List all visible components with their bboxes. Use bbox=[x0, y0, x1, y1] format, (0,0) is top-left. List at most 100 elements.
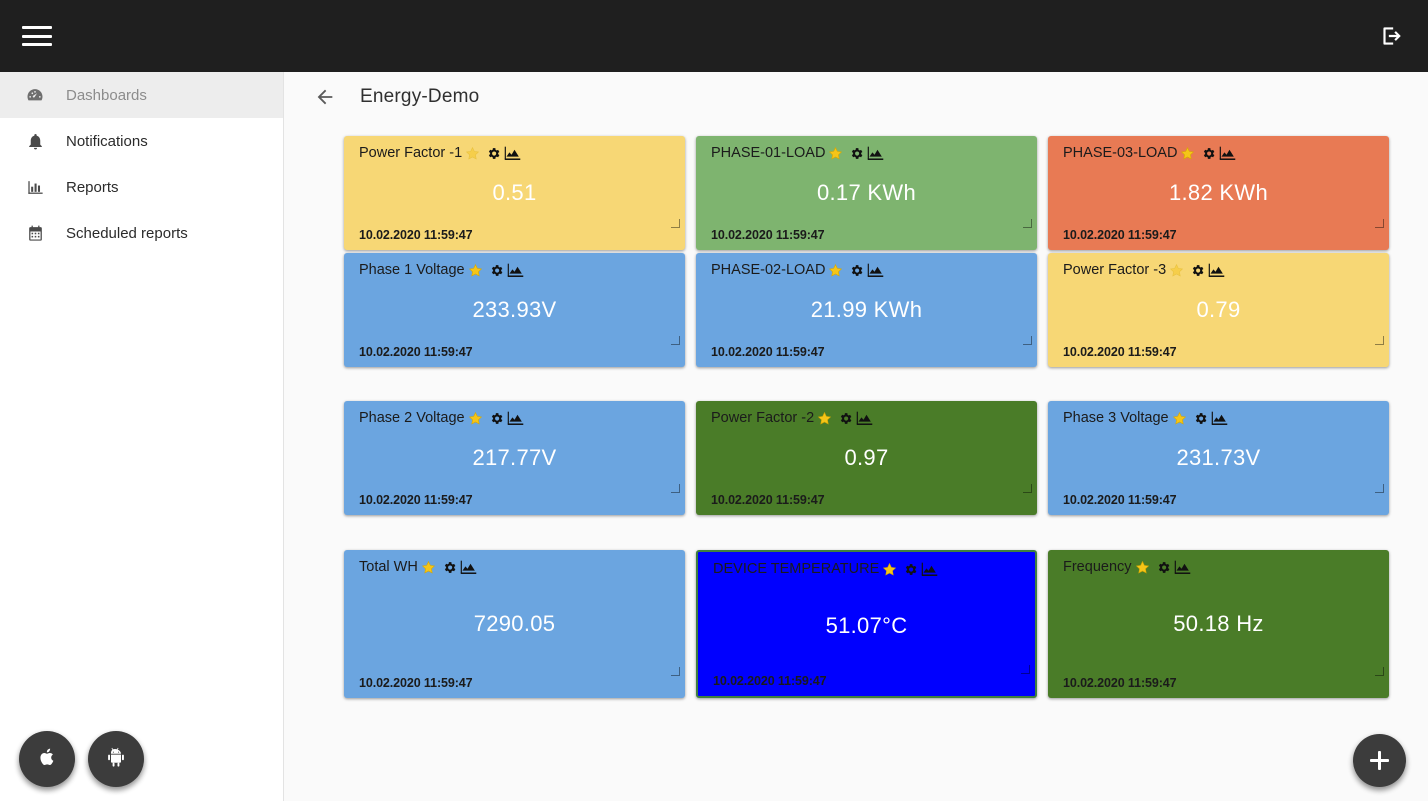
widget-timestamp: 10.02.2020 11:59:47 bbox=[359, 676, 473, 690]
widget-title-row: Power Factor -1 bbox=[359, 146, 675, 161]
widget-card[interactable]: DEVICE TEMPERATURE 51.07°C 10.02.2020 11:5… bbox=[696, 550, 1037, 698]
star-icon[interactable] bbox=[1172, 411, 1187, 426]
main-content: Energy-Demo Power Factor -1 0.51 10.02.202… bbox=[284, 72, 1428, 801]
widget-value: 50.18 Hz bbox=[1173, 611, 1264, 636]
area-chart-icon[interactable] bbox=[460, 560, 477, 575]
widget-timestamp: 10.02.2020 11:59:47 bbox=[713, 674, 827, 688]
widget-card[interactable]: Phase 3 Voltage 231.73V 10.02.2020 11:59:4… bbox=[1048, 401, 1389, 515]
gear-icon[interactable] bbox=[849, 146, 864, 161]
resize-handle-icon[interactable] bbox=[671, 336, 680, 345]
widget-value: 233.93V bbox=[472, 297, 557, 322]
area-chart-icon[interactable] bbox=[507, 263, 524, 278]
widget-card[interactable]: Power Factor -2 0.97 10.02.2020 11:59:47 bbox=[696, 401, 1037, 515]
resize-handle-icon[interactable] bbox=[671, 484, 680, 493]
widget-title-row: Power Factor -2 bbox=[711, 411, 1027, 426]
resize-handle-icon[interactable] bbox=[1023, 219, 1032, 228]
widget-timestamp: 10.02.2020 11:59:47 bbox=[1063, 345, 1177, 359]
gear-icon[interactable] bbox=[838, 411, 853, 426]
sidebar-item-label: Reports bbox=[66, 178, 119, 196]
widget-card[interactable]: PHASE-03-LOAD 1.82 KWh 10.02.2020 11:59:47 bbox=[1048, 136, 1389, 250]
widget-title: PHASE-02-LOAD bbox=[711, 262, 826, 279]
apple-fab[interactable] bbox=[19, 731, 75, 787]
area-chart-icon[interactable] bbox=[1208, 263, 1225, 278]
widget-title-row: Phase 3 Voltage bbox=[1063, 411, 1379, 426]
hamburger-menu-icon[interactable] bbox=[22, 24, 52, 48]
star-icon[interactable] bbox=[1169, 263, 1184, 278]
resize-handle-icon[interactable] bbox=[1023, 484, 1032, 493]
star-icon[interactable] bbox=[468, 411, 483, 426]
widget-row: Phase 1 Voltage 233.93V 10.02.2020 11:59:4… bbox=[344, 253, 1406, 367]
sidebar-item-notifications[interactable]: Notifications bbox=[0, 118, 283, 164]
area-chart-icon[interactable] bbox=[867, 263, 884, 278]
area-chart-icon[interactable] bbox=[1219, 146, 1236, 161]
widget-card[interactable]: Frequency 50.18 Hz 10.02.2020 11:59:47 bbox=[1048, 550, 1389, 698]
dashboard-gauge-icon bbox=[10, 85, 60, 105]
area-chart-icon[interactable] bbox=[867, 146, 884, 161]
resize-handle-icon[interactable] bbox=[1021, 665, 1030, 674]
gear-icon[interactable] bbox=[486, 146, 501, 161]
star-icon[interactable] bbox=[1180, 146, 1195, 161]
gear-icon[interactable] bbox=[849, 263, 864, 278]
star-icon[interactable] bbox=[828, 146, 843, 161]
sidebar-nav: Dashboards Notifications Reports Schedul… bbox=[0, 72, 284, 801]
android-fab[interactable] bbox=[88, 731, 144, 787]
widget-title-row: Phase 2 Voltage bbox=[359, 411, 675, 426]
back-arrow-icon[interactable] bbox=[312, 84, 338, 110]
resize-handle-icon[interactable] bbox=[1375, 667, 1384, 676]
area-chart-icon[interactable] bbox=[504, 146, 521, 161]
logout-icon[interactable] bbox=[1376, 21, 1406, 51]
gear-icon[interactable] bbox=[1193, 411, 1208, 426]
area-chart-icon[interactable] bbox=[1211, 411, 1228, 426]
resize-handle-icon[interactable] bbox=[671, 667, 680, 676]
star-icon[interactable] bbox=[817, 411, 832, 426]
widget-title-row: Power Factor -3 bbox=[1063, 263, 1379, 278]
bell-icon bbox=[10, 132, 60, 151]
page-header: Energy-Demo bbox=[284, 72, 1428, 122]
resize-handle-icon[interactable] bbox=[1375, 336, 1384, 345]
star-icon[interactable] bbox=[468, 263, 483, 278]
sidebar-item-scheduled-reports[interactable]: Scheduled reports bbox=[0, 210, 283, 256]
gear-icon[interactable] bbox=[1190, 263, 1205, 278]
gear-icon[interactable] bbox=[442, 560, 457, 575]
widget-row: Phase 2 Voltage 217.77V 10.02.2020 11:59:4… bbox=[344, 401, 1406, 515]
area-chart-icon[interactable] bbox=[1174, 560, 1191, 575]
gear-icon[interactable] bbox=[489, 263, 504, 278]
star-icon[interactable] bbox=[421, 560, 436, 575]
sidebar-item-dashboards[interactable]: Dashboards bbox=[0, 72, 283, 118]
gear-icon[interactable] bbox=[489, 411, 504, 426]
widget-card[interactable]: Phase 2 Voltage 217.77V 10.02.2020 11:59:4… bbox=[344, 401, 685, 515]
widget-card[interactable]: Phase 1 Voltage 233.93V 10.02.2020 11:59:4… bbox=[344, 253, 685, 367]
widget-card[interactable]: Power Factor -3 0.79 10.02.2020 11:59:47 bbox=[1048, 253, 1389, 367]
sidebar-item-reports[interactable]: Reports bbox=[0, 164, 283, 210]
sidebar-item-label: Notifications bbox=[66, 132, 148, 150]
gear-icon[interactable] bbox=[1156, 560, 1171, 575]
apple-logo-icon bbox=[35, 745, 59, 774]
add-widget-fab[interactable] bbox=[1353, 734, 1406, 787]
area-chart-icon[interactable] bbox=[921, 562, 938, 577]
gear-icon[interactable] bbox=[903, 562, 918, 577]
widget-card[interactable]: PHASE-01-LOAD 0.17 KWh 10.02.2020 11:59:47 bbox=[696, 136, 1037, 250]
widget-value: 21.99 KWh bbox=[810, 297, 923, 322]
star-icon[interactable] bbox=[1135, 560, 1150, 575]
calendar-icon bbox=[10, 224, 60, 243]
widget-card[interactable]: Power Factor -1 0.51 10.02.2020 11:59:47 bbox=[344, 136, 685, 250]
star-icon[interactable] bbox=[828, 263, 843, 278]
widget-card[interactable]: PHASE-02-LOAD 21.99 KWh 10.02.2020 11:59:4… bbox=[696, 253, 1037, 367]
area-chart-icon[interactable] bbox=[856, 411, 873, 426]
resize-handle-icon[interactable] bbox=[671, 219, 680, 228]
widget-title-row: Total WH bbox=[359, 560, 675, 575]
resize-handle-icon[interactable] bbox=[1375, 219, 1384, 228]
gear-icon[interactable] bbox=[1201, 146, 1216, 161]
widget-card[interactable]: Total WH 7290.05 10.02.2020 11:59:47 bbox=[344, 550, 685, 698]
widget-title: PHASE-03-LOAD bbox=[1063, 145, 1178, 162]
widget-title: Power Factor -1 bbox=[359, 145, 463, 162]
bar-chart-icon bbox=[10, 178, 60, 197]
star-icon[interactable] bbox=[465, 146, 480, 161]
widget-title-row: PHASE-03-LOAD bbox=[1063, 146, 1379, 161]
resize-handle-icon[interactable] bbox=[1023, 336, 1032, 345]
widget-timestamp: 10.02.2020 11:59:47 bbox=[1063, 676, 1177, 690]
page-title: Energy-Demo bbox=[360, 86, 480, 107]
area-chart-icon[interactable] bbox=[507, 411, 524, 426]
star-icon[interactable] bbox=[882, 562, 897, 577]
resize-handle-icon[interactable] bbox=[1375, 484, 1384, 493]
